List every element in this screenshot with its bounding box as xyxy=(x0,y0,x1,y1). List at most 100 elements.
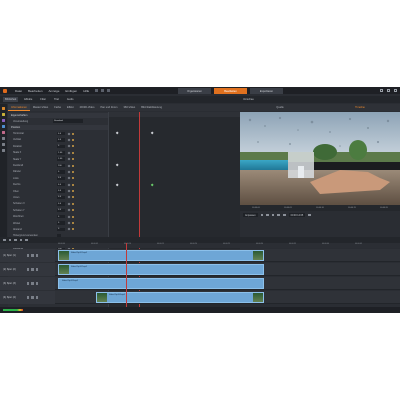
track-1[interactable]: (1) Spur (1) Video-Clip 001.mp4 xyxy=(0,249,400,262)
property-value-input[interactable]: 0.0 xyxy=(57,195,65,200)
keyframe-marker[interactable] xyxy=(115,183,119,187)
library-tab[interactable]: Bibliothek xyxy=(3,97,19,102)
reset-icon[interactable] xyxy=(72,138,74,141)
tab-master-video[interactable]: Master-Video xyxy=(30,104,51,111)
track-3[interactable]: (3) Spur (3) Video-Clip 003.mp4 xyxy=(0,277,400,290)
add-keyframe-icon[interactable] xyxy=(67,183,71,187)
fullscreen-icon[interactable] xyxy=(308,213,311,217)
filters-tab[interactable]: Filter xyxy=(38,97,48,102)
add-keyframe-icon[interactable] xyxy=(67,176,71,180)
menu-view[interactable]: Anzeige xyxy=(49,89,60,93)
reset-icon[interactable] xyxy=(72,177,74,180)
property-value-input[interactable]: 0 xyxy=(57,227,65,232)
add-keyframe-icon[interactable] xyxy=(67,132,71,135)
property-value-input[interactable]: 0.0 xyxy=(57,182,65,187)
property-value-input[interactable]: 0 xyxy=(57,221,65,225)
add-keyframe-icon[interactable] xyxy=(67,164,71,167)
minimize-icon[interactable] xyxy=(380,88,383,92)
timecode-display[interactable]: 00:00:14:05 xyxy=(288,213,306,217)
keyframe-ruler[interactable] xyxy=(109,112,241,117)
stabilize-icon[interactable] xyxy=(2,149,5,152)
menu-insert[interactable]: Einfügen xyxy=(65,89,77,93)
add-keyframe-icon[interactable] xyxy=(67,138,71,142)
eye-icon[interactable] xyxy=(27,268,30,271)
tab-information[interactable]: Informationen xyxy=(8,104,30,111)
reset-icon[interactable] xyxy=(72,145,74,148)
add-keyframe-icon[interactable] xyxy=(67,215,71,219)
go-to-end-icon[interactable] xyxy=(283,213,286,217)
lock-icon[interactable] xyxy=(35,296,39,299)
property-value-input[interactable]: 1.00 xyxy=(57,151,65,155)
tab-pan-zoom[interactable]: Pan und Zoom xyxy=(97,104,120,111)
razor-icon[interactable] xyxy=(3,238,6,242)
speaker-icon[interactable] xyxy=(31,296,34,299)
keyframe-marker[interactable] xyxy=(150,183,154,187)
color-icon[interactable] xyxy=(2,113,5,116)
track-4[interactable]: (4) Spur (4) Video-Clip 004.mp4 xyxy=(0,291,400,304)
property-value-input[interactable]: 1.00 xyxy=(57,157,65,161)
menu-edit[interactable]: Bearbeiten xyxy=(28,89,43,93)
property-value-input[interactable]: 0 xyxy=(57,144,65,149)
step-forward-icon[interactable] xyxy=(277,213,281,217)
add-keyframe-icon[interactable] xyxy=(67,151,71,155)
pan-zoom-icon[interactable] xyxy=(2,131,5,134)
step-back-icon[interactable] xyxy=(266,213,269,217)
timeline-playhead[interactable] xyxy=(126,243,127,313)
lock-icon[interactable] xyxy=(35,282,39,285)
audio-mixer-icon[interactable] xyxy=(25,238,28,242)
reset-icon[interactable] xyxy=(72,170,74,173)
maximize-icon[interactable] xyxy=(387,88,390,92)
reset-icon[interactable] xyxy=(72,164,74,167)
reset-icon[interactable] xyxy=(72,151,74,154)
reset-icon[interactable] xyxy=(72,215,74,218)
property-value-input[interactable]: 0.0 xyxy=(57,202,65,206)
add-keyframe-icon[interactable] xyxy=(67,157,71,161)
add-keyframe-icon[interactable] xyxy=(67,189,71,193)
property-value-input[interactable]: 0 xyxy=(57,170,65,174)
text-icon[interactable] xyxy=(2,137,5,140)
effect-icon[interactable] xyxy=(2,119,5,122)
3d-icon[interactable] xyxy=(2,125,5,128)
close-icon[interactable] xyxy=(394,88,397,92)
tab-effect[interactable]: Effekt xyxy=(64,104,77,111)
reset-icon[interactable] xyxy=(72,183,74,186)
tab-2d3d-video[interactable]: 2D/3D-Video xyxy=(77,104,98,111)
mode-edit-button[interactable]: Bearbeiten xyxy=(214,88,247,94)
speaker-icon[interactable] xyxy=(31,254,34,257)
info-icon[interactable] xyxy=(2,107,5,110)
redo-icon[interactable] xyxy=(101,89,105,92)
eye-icon[interactable] xyxy=(27,296,30,299)
property-value-input[interactable]: 0.0 xyxy=(57,138,65,142)
tab-stabilization[interactable]: Bild-Stabilisierung xyxy=(138,104,165,111)
property-value-input[interactable]: 0.0 xyxy=(57,176,65,181)
add-keyframe-icon[interactable] xyxy=(67,221,71,225)
play-icon[interactable] xyxy=(271,213,275,217)
zoom-select[interactable]: Anpassen xyxy=(243,213,258,217)
add-keyframe-icon[interactable] xyxy=(67,208,71,212)
reset-icon[interactable] xyxy=(72,222,74,225)
effects-tab[interactable]: Effekte xyxy=(22,97,34,102)
property-value-input[interactable]: 100 xyxy=(57,163,65,168)
reset-icon[interactable] xyxy=(72,190,74,193)
eye-icon[interactable] xyxy=(27,254,30,257)
reset-icon[interactable] xyxy=(72,209,74,212)
track-2[interactable]: (2) Spur (2) Video-Clip 002.mp4 xyxy=(0,263,400,276)
add-keyframe-icon[interactable] xyxy=(67,202,71,206)
add-keyframe-icon[interactable] xyxy=(67,196,71,199)
keyframe-marker[interactable] xyxy=(150,131,154,135)
tab-360-video[interactable]: 360-Video xyxy=(120,104,138,111)
timeline-clip[interactable]: Video-Clip 002.mp4 xyxy=(58,264,264,275)
speaker-icon[interactable] xyxy=(31,268,34,271)
snap-icon[interactable] xyxy=(14,238,17,242)
reset-icon[interactable] xyxy=(72,196,74,199)
marker-icon[interactable] xyxy=(19,238,23,242)
lock-icon[interactable] xyxy=(35,268,39,271)
add-keyframe-icon[interactable] xyxy=(67,144,71,148)
go-to-start-icon[interactable] xyxy=(260,213,264,217)
reset-icon[interactable] xyxy=(72,158,74,161)
property-value-input[interactable]: 0.0 xyxy=(57,131,65,136)
add-keyframe-icon[interactable] xyxy=(67,170,71,174)
eye-icon[interactable] xyxy=(27,282,30,285)
reset-icon[interactable] xyxy=(72,228,74,231)
reset-icon[interactable] xyxy=(72,132,74,135)
